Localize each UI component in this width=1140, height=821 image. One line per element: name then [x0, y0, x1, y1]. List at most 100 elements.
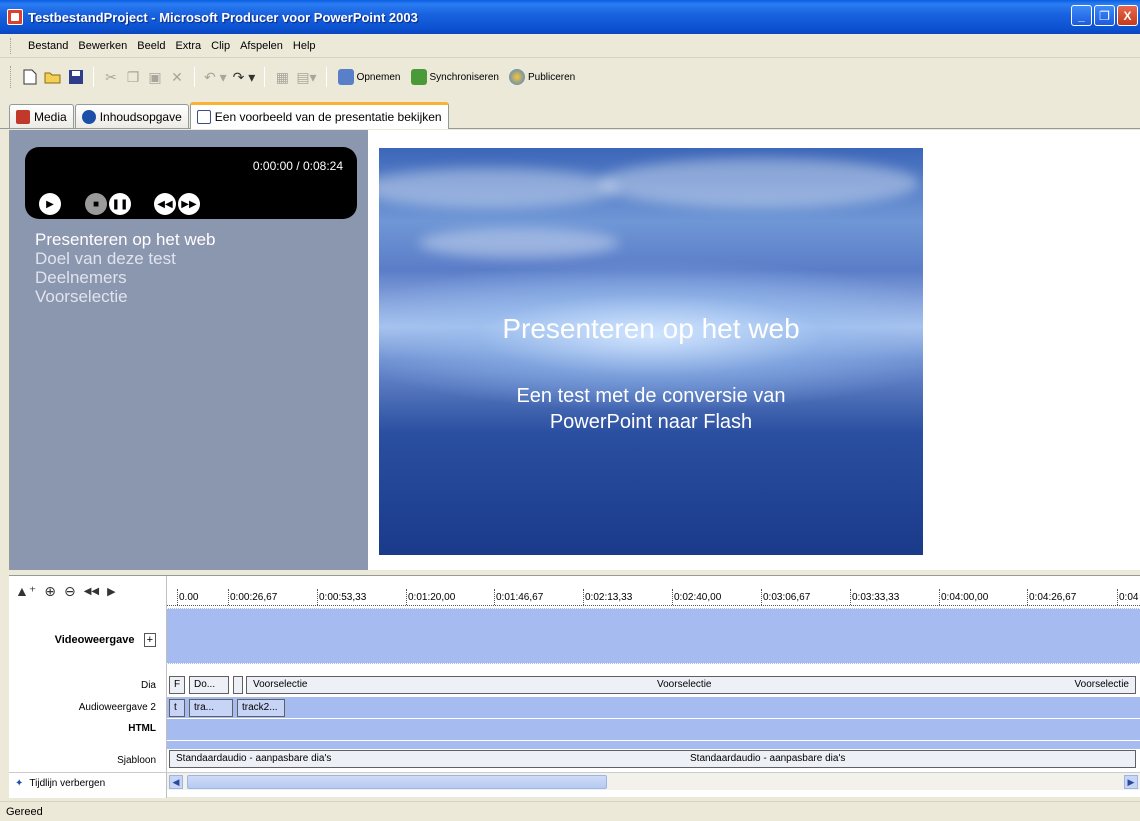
audio-clip[interactable]: tra...	[189, 699, 233, 717]
slide-clip[interactable]: F	[169, 676, 185, 694]
save-button[interactable]	[65, 65, 87, 89]
toolbar-grip[interactable]	[10, 66, 13, 88]
tab-preview-label: Een voorbeeld van de presentatie bekijke…	[214, 110, 442, 124]
paste-button[interactable]: ▣	[144, 65, 166, 89]
slide-clip-label: Voorselectie	[657, 679, 712, 690]
synchronize-button[interactable]: Synchroniseren	[406, 69, 504, 85]
rewind-button[interactable]: ◀◀	[84, 586, 99, 597]
timeline-horizontal-scrollbar[interactable]: ◀ ▶	[167, 772, 1140, 790]
properties-button[interactable]: ▦	[271, 65, 293, 89]
tab-preview[interactable]: Een voorbeeld van de presentatie bekijke…	[189, 102, 449, 129]
timeline: ▲⁺ ⊕ ⊖ ◀◀ ▶ Videoweergave + Dia Audiowee…	[9, 575, 1140, 798]
scrollbar-thumb[interactable]	[187, 775, 607, 789]
set-intro-button[interactable]: ▲⁺	[15, 583, 36, 600]
play-button[interactable]: ▶	[39, 193, 61, 215]
folder-open-icon	[44, 72, 61, 84]
minimize-button[interactable]: _	[1071, 5, 1092, 26]
slide-clip-label: Voorselectie	[253, 679, 308, 690]
stop-button[interactable]: ■	[85, 193, 107, 215]
toolbar: ✂ ❐ ▣ ✕ ↶ ▾ ↷ ▾ ▦ ▤▾ Opnemen Synchronise…	[0, 59, 1140, 95]
ruler-tick: 0:01:46,67	[493, 589, 544, 605]
menu-bar: Bestand Bewerken Beeld Extra Clip Afspel…	[0, 34, 1140, 58]
record-icon	[337, 69, 354, 85]
synchronize-icon	[410, 69, 427, 85]
pause-button[interactable]: ❚❚	[109, 193, 131, 215]
video-track[interactable]	[167, 608, 1140, 664]
menu-bestand[interactable]: Bestand	[23, 40, 73, 52]
zoom-out-icon[interactable]: ⊖	[64, 583, 76, 600]
producer-app-icon	[7, 9, 23, 25]
menu-bewerken[interactable]: Bewerken	[73, 40, 132, 52]
tab-media[interactable]: Media	[9, 104, 74, 128]
zoom-in-icon[interactable]: ⊕	[44, 583, 56, 600]
scissors-icon: ✂	[105, 68, 117, 85]
previous-button[interactable]: ◀◀	[154, 193, 176, 215]
view-button[interactable]: ▤▾	[293, 65, 319, 89]
tab-inhoudsopgave[interactable]: Inhoudsopgave	[74, 104, 189, 128]
toc-item[interactable]: Deelnemers	[35, 268, 216, 287]
media-player: 0:00:00 / 0:08:24 ▶ ■ ❚❚ ◀◀ ▶▶	[25, 147, 357, 219]
slide-clip[interactable]	[233, 676, 243, 694]
toc-item[interactable]: Voorselectie	[35, 287, 216, 306]
cut-button[interactable]: ✂	[100, 65, 122, 89]
slide-clip[interactable]: Voorselectie Voorselectie Voorselectie	[246, 676, 1136, 694]
undo-icon: ↶ ▾	[204, 68, 227, 85]
audio-clip[interactable]: track2...	[237, 699, 285, 717]
hide-timeline-button[interactable]: ✦ Tijdlijn verbergen	[9, 772, 167, 794]
slide-title: Presenteren op het web	[502, 313, 800, 344]
slide-clip[interactable]: Do...	[189, 676, 229, 694]
open-button[interactable]	[41, 65, 65, 89]
ruler-tick: 0:02:13,33	[582, 589, 633, 605]
menu-clip[interactable]: Clip	[206, 40, 235, 52]
menu-beeld[interactable]: Beeld	[132, 40, 170, 52]
menu-afspelen[interactable]: Afspelen	[235, 40, 288, 52]
expand-plus-icon[interactable]: +	[143, 633, 156, 647]
track-label-video: Videoweergave +	[54, 633, 156, 647]
html-track[interactable]	[167, 719, 1140, 740]
toc-item[interactable]: Doel van deze test	[35, 249, 216, 268]
audio-clip[interactable]: t	[169, 699, 185, 717]
record-button[interactable]: Opnemen	[333, 69, 406, 85]
window-title: TestbestandProject - Microsoft Producer …	[28, 9, 418, 25]
copy-button[interactable]: ❐	[122, 65, 144, 89]
ruler-tick: 0:00:26,67	[227, 589, 278, 605]
player-time: 0:00:00 / 0:08:24	[252, 159, 343, 173]
template-clip-label: Standaardaudio - aanpasbare dia's	[176, 753, 332, 764]
toolbar-separator	[264, 67, 266, 87]
track-label-html: HTML	[128, 723, 156, 734]
publish-button[interactable]: Publiceren	[504, 69, 580, 85]
track-label-video-text: Videoweergave	[54, 634, 135, 646]
track-label-dia: Dia	[140, 680, 156, 691]
toc-item[interactable]: Presenteren op het web	[35, 230, 216, 249]
timeline-ruler[interactable]: 0.00 0:00:26,67 0:00:53,33 0:01:20,00 0:…	[167, 589, 1140, 606]
undo-button[interactable]: ↶ ▾	[201, 65, 230, 89]
slide-cloud	[599, 158, 919, 208]
slide-cloud	[419, 228, 619, 258]
scroll-right-arrow-icon[interactable]: ▶	[1124, 775, 1138, 789]
ruler-tick: 0.00	[176, 589, 199, 605]
next-button[interactable]: ▶▶	[178, 193, 200, 215]
tab-media-label: Media	[34, 109, 67, 124]
template-clip-label: Standaardaudio - aanpasbare dia's	[690, 753, 846, 764]
slide-subtitle: Een test met de conversie van PowerPoint…	[379, 383, 923, 435]
slide-subtitle-line: Een test met de conversie van	[516, 385, 786, 407]
track-label-audio: Audioweergave 2	[78, 702, 156, 713]
delete-button[interactable]: ✕	[166, 65, 188, 89]
paste-icon: ▣	[148, 68, 162, 85]
restore-button[interactable]: ❐	[1094, 5, 1115, 26]
ruler-tick: 0:01:20,00	[405, 589, 456, 605]
menubar-grip[interactable]	[10, 37, 13, 54]
scroll-left-arrow-icon[interactable]: ◀	[169, 775, 183, 789]
new-file-button[interactable]	[19, 65, 41, 89]
ruler-tick: 0:04:26,67	[1026, 589, 1077, 605]
template-clip[interactable]: Standaardaudio - aanpasbare dia's Standa…	[169, 750, 1136, 768]
ruler-tick: 0:03:33,33	[849, 589, 900, 605]
menu-help[interactable]: Help	[288, 40, 321, 52]
timeline-play-button[interactable]: ▶	[107, 585, 115, 598]
close-button[interactable]: X	[1117, 5, 1138, 26]
info-icon	[81, 109, 96, 124]
view-grid-icon: ▤▾	[296, 68, 317, 85]
menu-extra[interactable]: Extra	[170, 40, 206, 52]
floppy-save-icon	[69, 70, 83, 84]
redo-button[interactable]: ↷ ▾	[230, 65, 259, 89]
